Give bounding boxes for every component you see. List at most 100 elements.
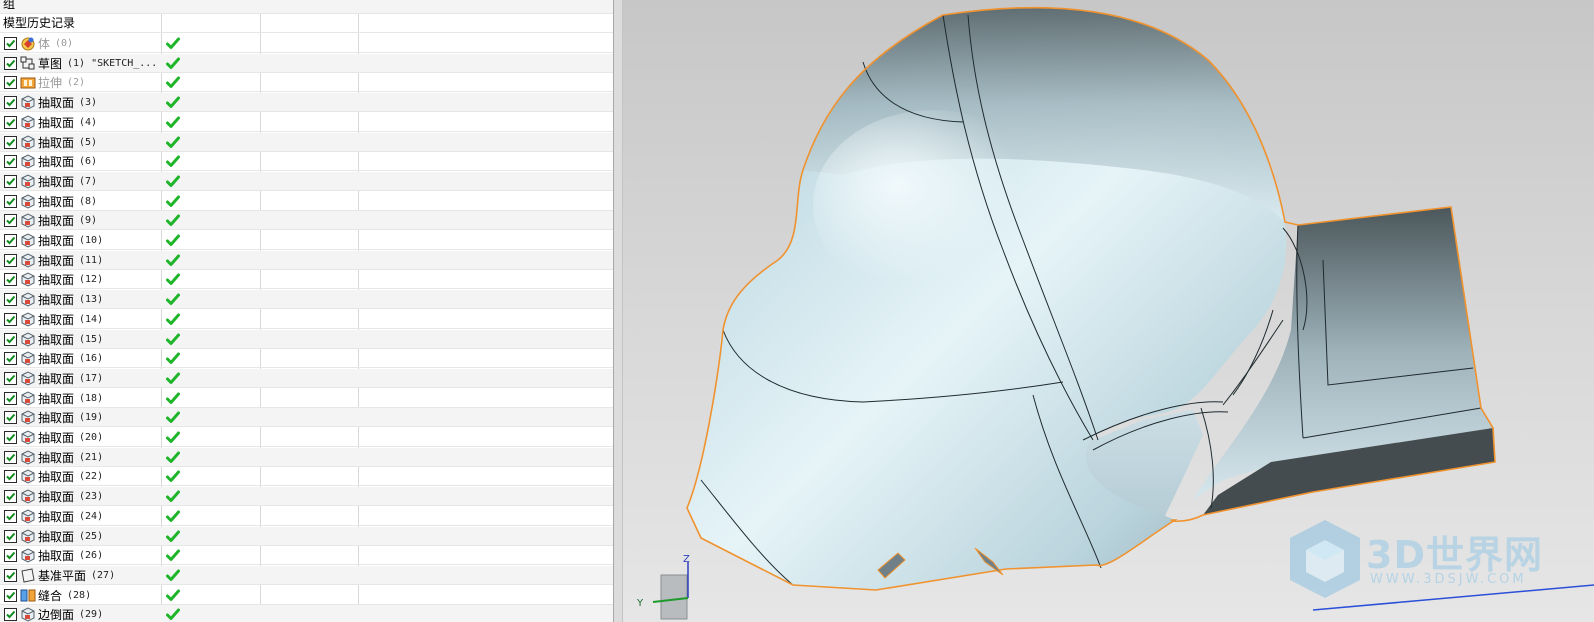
feature-number: (12) bbox=[79, 274, 104, 286]
feature-row[interactable]: 抽取面 (3) bbox=[0, 93, 613, 113]
visibility-checkbox[interactable] bbox=[4, 115, 17, 129]
visibility-checkbox[interactable] bbox=[4, 293, 17, 307]
feature-row[interactable]: 抽取面 (23) bbox=[0, 487, 613, 507]
feature-number: (15) bbox=[79, 333, 104, 345]
feature-number: (25) bbox=[79, 530, 104, 542]
visibility-checkbox[interactable] bbox=[4, 234, 17, 247]
visibility-checkbox[interactable] bbox=[4, 273, 17, 287]
feature-row[interactable]: 抽取面 (21) bbox=[0, 447, 613, 467]
visibility-checkbox[interactable] bbox=[4, 332, 17, 346]
feature-row[interactable]: 抽取面 (7) bbox=[0, 171, 613, 191]
feature-number: (21) bbox=[79, 451, 104, 463]
visibility-checkbox[interactable] bbox=[4, 352, 17, 366]
feature-row[interactable]: 抽取面 (14) bbox=[0, 310, 613, 329]
feature-row[interactable]: 抽取面 (5) bbox=[0, 132, 613, 152]
extrude-icon bbox=[20, 75, 38, 90]
feature-row[interactable]: 拉伸 (2) bbox=[0, 73, 613, 93]
panel-splitter[interactable] bbox=[613, 0, 623, 622]
feature-row[interactable]: 抽取面 (19) bbox=[0, 408, 613, 428]
status-ok-icon bbox=[166, 569, 180, 582]
feature-row[interactable]: 抽取面 (10) bbox=[0, 231, 613, 250]
status-ok-icon bbox=[166, 549, 180, 562]
visibility-checkbox[interactable] bbox=[4, 509, 17, 523]
feature-number: (11) bbox=[79, 254, 104, 266]
feature-row[interactable]: 抽取面 (4) bbox=[0, 113, 613, 132]
visibility-checkbox[interactable] bbox=[4, 549, 17, 563]
extract-face-icon bbox=[20, 410, 38, 425]
feature-row[interactable]: 抽取面 (16) bbox=[0, 349, 613, 369]
feature-row[interactable]: 抽取面 (26) bbox=[0, 546, 613, 566]
feature-row[interactable]: 抽取面 (6) bbox=[0, 152, 613, 172]
feature-row[interactable]: 抽取面 (25) bbox=[0, 526, 613, 546]
status-ok-icon bbox=[166, 608, 180, 621]
feature-number: (4) bbox=[79, 116, 98, 128]
feature-row[interactable]: 体 (0) bbox=[0, 34, 613, 53]
visibility-checkbox[interactable] bbox=[4, 608, 17, 622]
visibility-checkbox[interactable] bbox=[4, 214, 17, 228]
visibility-checkbox[interactable] bbox=[4, 135, 17, 149]
group-label: 组 bbox=[3, 0, 16, 11]
feature-row[interactable]: 抽取面 (15) bbox=[0, 329, 613, 349]
feature-row[interactable]: 基准平面 (27) bbox=[0, 565, 613, 585]
status-ok-icon bbox=[166, 431, 180, 444]
feature-row[interactable]: 边倒面 (29) bbox=[0, 605, 613, 622]
visibility-checkbox[interactable] bbox=[4, 450, 17, 464]
feature-row[interactable]: 抽取面 (18) bbox=[0, 389, 613, 408]
visibility-checkbox[interactable] bbox=[4, 431, 17, 444]
feature-number: (22) bbox=[79, 471, 104, 483]
feature-number: (19) bbox=[79, 412, 104, 424]
model-history-row[interactable]: 模型历史记录 bbox=[0, 14, 613, 33]
watermark-cube-icon bbox=[1290, 520, 1360, 598]
visibility-checkbox[interactable] bbox=[4, 529, 17, 543]
visibility-checkbox[interactable] bbox=[4, 312, 17, 326]
visibility-checkbox[interactable] bbox=[4, 391, 17, 405]
feature-label: 抽取面 bbox=[38, 155, 75, 170]
visibility-checkbox[interactable] bbox=[4, 194, 17, 208]
feature-row[interactable]: 抽取面 (12) bbox=[0, 270, 613, 290]
axis-triad: Z Y bbox=[636, 554, 690, 620]
visibility-checkbox[interactable] bbox=[4, 371, 17, 385]
feature-label: 拉伸 bbox=[38, 76, 63, 91]
visibility-checkbox[interactable] bbox=[4, 76, 17, 90]
feature-row[interactable]: 抽取面 (20) bbox=[0, 428, 613, 447]
feature-number: (10) bbox=[79, 235, 104, 246]
visibility-checkbox[interactable] bbox=[4, 588, 17, 602]
feature-row[interactable]: 抽取面 (17) bbox=[0, 368, 613, 388]
feature-row[interactable]: 抽取面 (8) bbox=[0, 192, 613, 211]
feature-number: (2) bbox=[67, 77, 86, 89]
part-navigator: 组 模型历史记录 体 (0) 草图 (1) "SKETCH_... 拉伸 (2) 抽取面 (3… bbox=[0, 0, 613, 622]
visibility-checkbox[interactable] bbox=[4, 56, 17, 70]
extract-face-icon bbox=[20, 272, 38, 287]
feature-row[interactable]: 缝合 (28) bbox=[0, 586, 613, 605]
feature-row[interactable]: 草图 (1) "SKETCH_... bbox=[0, 53, 613, 73]
status-ok-icon bbox=[166, 116, 180, 129]
feature-number: (6) bbox=[79, 156, 98, 168]
visibility-checkbox[interactable] bbox=[4, 490, 17, 504]
feature-label: 草图 bbox=[38, 56, 63, 71]
visibility-checkbox[interactable] bbox=[4, 253, 17, 267]
feature-row[interactable]: 抽取面 (9) bbox=[0, 211, 613, 231]
feature-row[interactable]: 抽取面 (22) bbox=[0, 467, 613, 487]
visibility-checkbox[interactable] bbox=[4, 155, 17, 169]
graphics-viewport[interactable]: Z Y 3D世界网 WWW.3DSJW.COM bbox=[623, 0, 1594, 622]
status-ok-icon bbox=[166, 175, 180, 188]
status-ok-icon bbox=[166, 37, 180, 50]
visibility-checkbox[interactable] bbox=[4, 568, 17, 582]
visibility-checkbox[interactable] bbox=[4, 37, 17, 50]
group-row[interactable]: 组 bbox=[0, 0, 613, 14]
visibility-checkbox[interactable] bbox=[4, 96, 17, 110]
visibility-checkbox[interactable] bbox=[4, 174, 17, 188]
extract-face-icon bbox=[20, 194, 38, 209]
feature-label: 抽取面 bbox=[38, 214, 75, 229]
visibility-checkbox[interactable] bbox=[4, 470, 17, 484]
feature-label: 抽取面 bbox=[38, 293, 75, 308]
feature-number: (29) bbox=[79, 609, 104, 621]
feature-row[interactable]: 抽取面 (24) bbox=[0, 507, 613, 526]
status-ok-icon bbox=[166, 214, 180, 227]
status-ok-icon bbox=[166, 490, 180, 503]
feature-number: (5) bbox=[79, 136, 98, 148]
visibility-checkbox[interactable] bbox=[4, 411, 17, 425]
feature-label: 边倒面 bbox=[38, 608, 75, 622]
feature-row[interactable]: 抽取面 (13) bbox=[0, 290, 613, 310]
feature-row[interactable]: 抽取面 (11) bbox=[0, 250, 613, 270]
